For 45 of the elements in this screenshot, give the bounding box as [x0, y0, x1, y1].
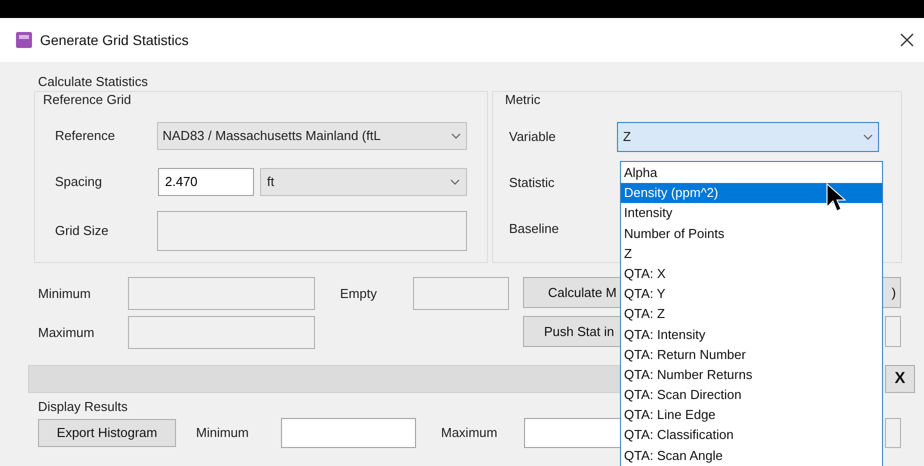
- close-progress-button[interactable]: X: [885, 365, 915, 393]
- app-icon: [16, 32, 32, 48]
- dropdown-option[interactable]: QTA: Classification: [621, 425, 882, 446]
- variable-dropdown[interactable]: Z: [617, 122, 879, 152]
- side-field: [885, 418, 901, 448]
- field-label: Baseline: [509, 220, 559, 238]
- dropdown-option[interactable]: QTA: Return Number: [621, 344, 882, 365]
- chevron-down-icon: [863, 134, 873, 140]
- minimum-field[interactable]: [128, 277, 315, 310]
- group-title: Reference Grid: [43, 92, 132, 108]
- display-minimum-field[interactable]: [281, 418, 416, 448]
- field-label: Empty: [340, 284, 378, 303]
- field-label: Maximum: [441, 424, 498, 442]
- side-field: [885, 316, 901, 347]
- field-label: Variable: [509, 128, 557, 146]
- field-label: Reference: [55, 127, 116, 146]
- dropdown-option[interactable]: Density (ppm^2): [621, 183, 882, 204]
- field-label: Minimum: [38, 284, 92, 303]
- dropdown-option[interactable]: QTA: Scan Angle: [621, 446, 882, 466]
- section-title: Display Results: [38, 399, 129, 414]
- chevron-down-icon: [451, 133, 461, 139]
- dropdown-option[interactable]: Number of Points: [621, 224, 882, 244]
- close-icon[interactable]: [900, 33, 914, 47]
- window-title: Generate Grid Statistics: [40, 30, 189, 50]
- empty-field[interactable]: [413, 277, 509, 310]
- chevron-down-icon: [450, 179, 460, 185]
- reference-dropdown[interactable]: NAD83 / Massachusetts Mainland (ftL: [156, 122, 467, 150]
- field-label: Grid Size: [55, 222, 110, 240]
- export-histogram-button[interactable]: Export Histogram: [38, 419, 176, 447]
- spacing-field[interactable]: 2.470: [158, 168, 254, 196]
- dropdown-option[interactable]: Alpha: [621, 163, 882, 184]
- group-title: Metric: [505, 92, 542, 108]
- dropdown-option[interactable]: Z: [621, 244, 882, 264]
- field-label: Spacing: [55, 173, 103, 192]
- grid-size-field[interactable]: [156, 211, 467, 251]
- maximum-field[interactable]: [128, 316, 315, 349]
- section-title: Calculate Statistics: [38, 74, 149, 89]
- dropdown-option[interactable]: QTA: Line Edge: [621, 405, 882, 426]
- dropdown-option[interactable]: Intensity: [621, 203, 882, 224]
- unit-dropdown[interactable]: ft: [260, 168, 467, 196]
- dropdown-option[interactable]: QTA: Scan Direction: [621, 385, 882, 406]
- field-label: Statistic: [509, 174, 555, 192]
- field-label: Maximum: [38, 324, 96, 342]
- field-label: Minimum: [196, 424, 250, 442]
- dropdown-option[interactable]: QTA: Number Returns: [621, 364, 882, 386]
